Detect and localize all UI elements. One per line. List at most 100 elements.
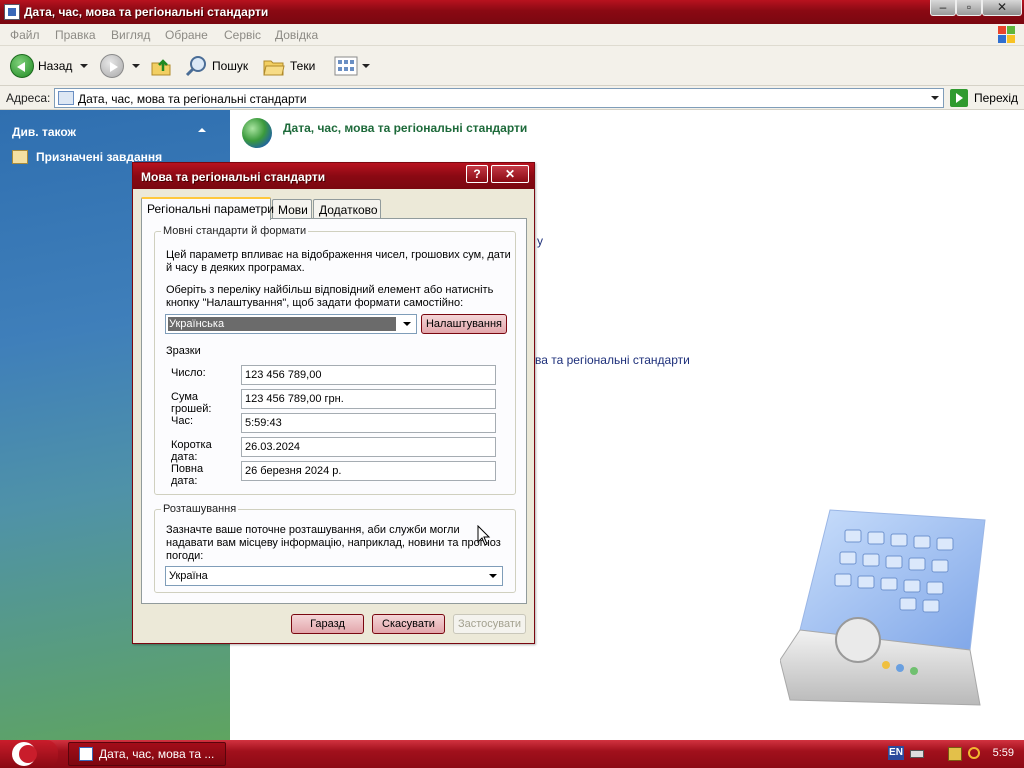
window-titlebar[interactable]: Дата, час, мова та регіональні стандарти…: [0, 0, 1024, 24]
maximize-button[interactable]: ▫: [956, 0, 982, 16]
tab-panel: Мовні стандарти й формати Цей параметр в…: [141, 218, 527, 604]
location-select[interactable]: Україна: [165, 566, 503, 586]
formats-description-2b: кнопку "Налаштування", щоб задати формат…: [166, 297, 464, 309]
clock[interactable]: 5:59: [993, 747, 1014, 759]
samples-heading: Зразки: [166, 345, 201, 357]
location-selected-value: Україна: [169, 570, 208, 582]
locale-dropdown-icon[interactable]: [398, 315, 416, 333]
views-icon: [334, 56, 358, 76]
regional-options-dialog: Мова та регіональні стандарти ? ✕ Регіон…: [132, 162, 535, 644]
location-group: Розташування Зазначте ваше поточне розта…: [154, 503, 516, 593]
minimize-button[interactable]: –: [930, 0, 956, 16]
location-description-1: Зазначте ваше поточне розташування, аби …: [166, 524, 460, 536]
formats-description-1a: Цей параметр впливає на відображення чис…: [166, 249, 511, 261]
taskbar: Дата, час, мова та ... EN 5:59: [0, 740, 1024, 768]
address-dropdown-icon[interactable]: [927, 89, 943, 107]
calendar-gadget-image: [780, 509, 986, 706]
formats-legend: Мовні стандарти й формати: [161, 225, 309, 237]
mouse-cursor-icon: [477, 525, 491, 546]
back-label: Назад: [38, 59, 73, 73]
search-tray-icon[interactable]: [968, 747, 980, 759]
start-button[interactable]: [0, 740, 58, 768]
taskbar-item-control-panel[interactable]: Дата, час, мова та ...: [68, 742, 226, 766]
sample-number-field: 123 456 789,00: [241, 365, 496, 385]
control-panel-icon: [79, 747, 93, 761]
back-arrow-icon: [10, 54, 34, 78]
formats-group: Мовні стандарти й формати Цей параметр в…: [154, 225, 516, 495]
address-value: Дата, час, мова та регіональні стандарти: [78, 92, 307, 106]
applet-link-fragment[interactable]: ва та регіональні стандарти: [535, 353, 690, 367]
category-title: Дата, час, мова та регіональні стандарти: [283, 121, 528, 135]
menu-help[interactable]: Довідка: [275, 28, 318, 42]
back-dropdown-icon[interactable]: [80, 64, 89, 68]
folders-icon: [263, 60, 285, 76]
tab-regional-options[interactable]: Регіональні параметри: [141, 197, 274, 220]
sample-short-date-label: Коротка дата:: [171, 439, 212, 463]
keyboard-icon[interactable]: [910, 750, 924, 758]
forward-dropdown-icon[interactable]: [132, 64, 140, 68]
menu-edit[interactable]: Правка: [55, 28, 96, 42]
sample-long-date-field: 26 березня 2024 р.: [241, 461, 496, 481]
cancel-button[interactable]: Скасувати: [372, 614, 445, 634]
sample-number-label: Число:: [171, 367, 206, 379]
search-button[interactable]: Пошук: [185, 52, 248, 80]
search-icon: [185, 56, 206, 77]
help-button[interactable]: ?: [466, 165, 488, 183]
task-link-fragment[interactable]: у: [537, 234, 543, 248]
collapse-chevron-icon[interactable]: [198, 128, 206, 132]
scheduled-tasks-icon: [12, 150, 28, 164]
taskbar-item-label: Дата, час, мова та ...: [99, 747, 215, 761]
close-button[interactable]: ✕: [982, 0, 1022, 16]
see-also-heading[interactable]: Див. також: [12, 125, 76, 139]
back-button[interactable]: Назад: [10, 52, 89, 80]
control-panel-icon: [58, 91, 74, 105]
go-button[interactable]: Перехід: [950, 89, 1018, 107]
up-folder-icon: [151, 59, 171, 76]
location-dropdown-icon[interactable]: [484, 567, 502, 585]
views-dropdown-icon[interactable]: [362, 64, 370, 68]
sample-time-label: Час:: [171, 415, 194, 427]
globe-clock-icon: [242, 118, 272, 148]
address-input[interactable]: Дата, час, мова та регіональні стандарти: [54, 88, 944, 108]
tab-advanced[interactable]: Додатково: [313, 199, 381, 219]
sample-long-date-label: Повна дата:: [171, 463, 204, 487]
address-label: Адреса:: [6, 91, 51, 105]
language-indicator[interactable]: EN: [888, 746, 904, 760]
dialog-title: Мова та регіональні стандарти: [141, 170, 326, 184]
sample-time-field: 5:59:43: [241, 413, 496, 433]
views-button[interactable]: [334, 52, 370, 80]
location-legend: Розташування: [161, 503, 239, 515]
ok-button[interactable]: Гаразд: [291, 614, 364, 634]
customize-button[interactable]: Налаштування: [421, 314, 507, 334]
sample-currency-field: 123 456 789,00 грн.: [241, 389, 496, 409]
dialog-close-button[interactable]: ✕: [491, 165, 529, 183]
formats-description-2a: Оберіть з переліку найбільш відповідний …: [166, 284, 494, 296]
system-tray: EN 5:59: [880, 740, 1024, 768]
menu-file[interactable]: Файл: [10, 28, 40, 42]
locale-select[interactable]: Українська: [165, 314, 417, 334]
up-folder-button[interactable]: [150, 52, 172, 80]
forward-arrow-icon: [100, 54, 124, 78]
location-description-3: погоди:: [166, 550, 204, 562]
forward-button[interactable]: [100, 52, 140, 80]
network-icon[interactable]: [948, 747, 962, 761]
folders-button[interactable]: Теки: [262, 52, 315, 80]
formats-description-1b: й часу в деяких програмах.: [166, 262, 305, 274]
search-label: Пошук: [212, 59, 249, 73]
menu-favorites[interactable]: Обране: [165, 28, 208, 42]
window-title: Дата, час, мова та регіональні стандарти: [24, 5, 269, 19]
menu-bar: Файл Правка Вигляд Обране Сервіс Довідка: [0, 24, 1024, 46]
menu-tools[interactable]: Сервіс: [224, 28, 261, 42]
apply-button[interactable]: Застосувати: [453, 614, 526, 634]
locale-selected-value: Українська: [168, 317, 396, 331]
address-bar: Адреса: Дата, час, мова та регіональні с…: [0, 86, 1024, 110]
control-panel-icon: [4, 4, 20, 20]
sample-currency-label: Сума грошей:: [171, 391, 212, 415]
tab-languages[interactable]: Мови: [272, 199, 312, 219]
menu-view[interactable]: Вигляд: [111, 28, 150, 42]
dialog-titlebar[interactable]: Мова та регіональні стандарти ? ✕: [133, 163, 534, 189]
sample-short-date-field: 26.03.2024: [241, 437, 496, 457]
start-logo-icon: [12, 742, 37, 766]
folders-label: Теки: [290, 59, 316, 73]
windows-logo-icon: [998, 26, 1016, 44]
